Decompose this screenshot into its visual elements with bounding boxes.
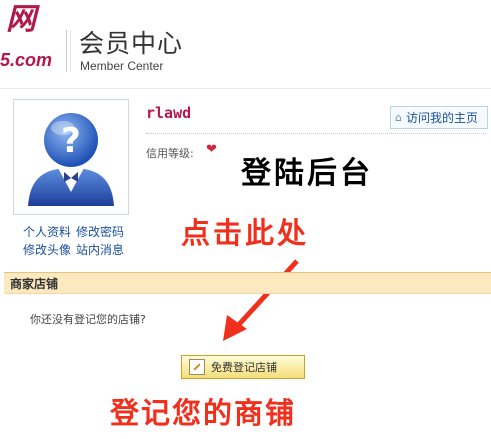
register-shop-label: 免费登记店铺 <box>211 361 277 374</box>
site-logo-domain[interactable]: 5.com <box>0 50 52 71</box>
credit-level-label: 信用等级: <box>146 147 194 160</box>
shop-question: 你还没有登记您的店铺? <box>30 313 146 326</box>
register-shop-button[interactable]: 免费登记店铺 <box>181 355 305 379</box>
link-profile[interactable]: 个人资料 <box>23 225 71 239</box>
divider <box>146 133 486 134</box>
annotation-login: 登陆后台 <box>241 156 373 191</box>
question-avatar-icon: ? <box>28 113 114 206</box>
site-logo-mark[interactable]: 网 <box>6 0 36 38</box>
link-change-avatar[interactable]: 修改头像 <box>23 243 71 257</box>
member-center-subtitle: Member Center <box>80 59 164 73</box>
annotation-arrow-icon <box>223 259 299 341</box>
annotation-register-shop: 登记您的商铺 <box>110 396 297 430</box>
house-icon: ⌂ <box>395 111 402 124</box>
profile-links: 个人资料 修改密码 修改头像 站内消息 <box>23 223 143 259</box>
visit-homepage-label: 访问我的主页 <box>405 111 478 125</box>
header-divider <box>70 30 71 72</box>
heart-icon: ❤ <box>206 142 217 157</box>
avatar[interactable]: ? <box>13 99 129 215</box>
link-change-password[interactable]: 修改密码 <box>76 225 124 239</box>
visit-homepage-button[interactable]: ⌂ 访问我的主页 <box>390 106 488 129</box>
annotation-click-here: 点击此处 <box>181 216 310 250</box>
header-separator <box>0 88 491 89</box>
link-messages[interactable]: 站内消息 <box>76 243 124 257</box>
username: rlawd <box>146 104 192 122</box>
pen-paper-icon <box>189 359 205 375</box>
site-header: 网 5.com 会员中心 Member Center <box>0 0 491 84</box>
shop-section-header: 商家店铺 <box>4 272 491 294</box>
svg-text:?: ? <box>61 121 81 161</box>
header-divider <box>66 30 67 72</box>
member-center-title: 会员中心 <box>79 29 184 58</box>
